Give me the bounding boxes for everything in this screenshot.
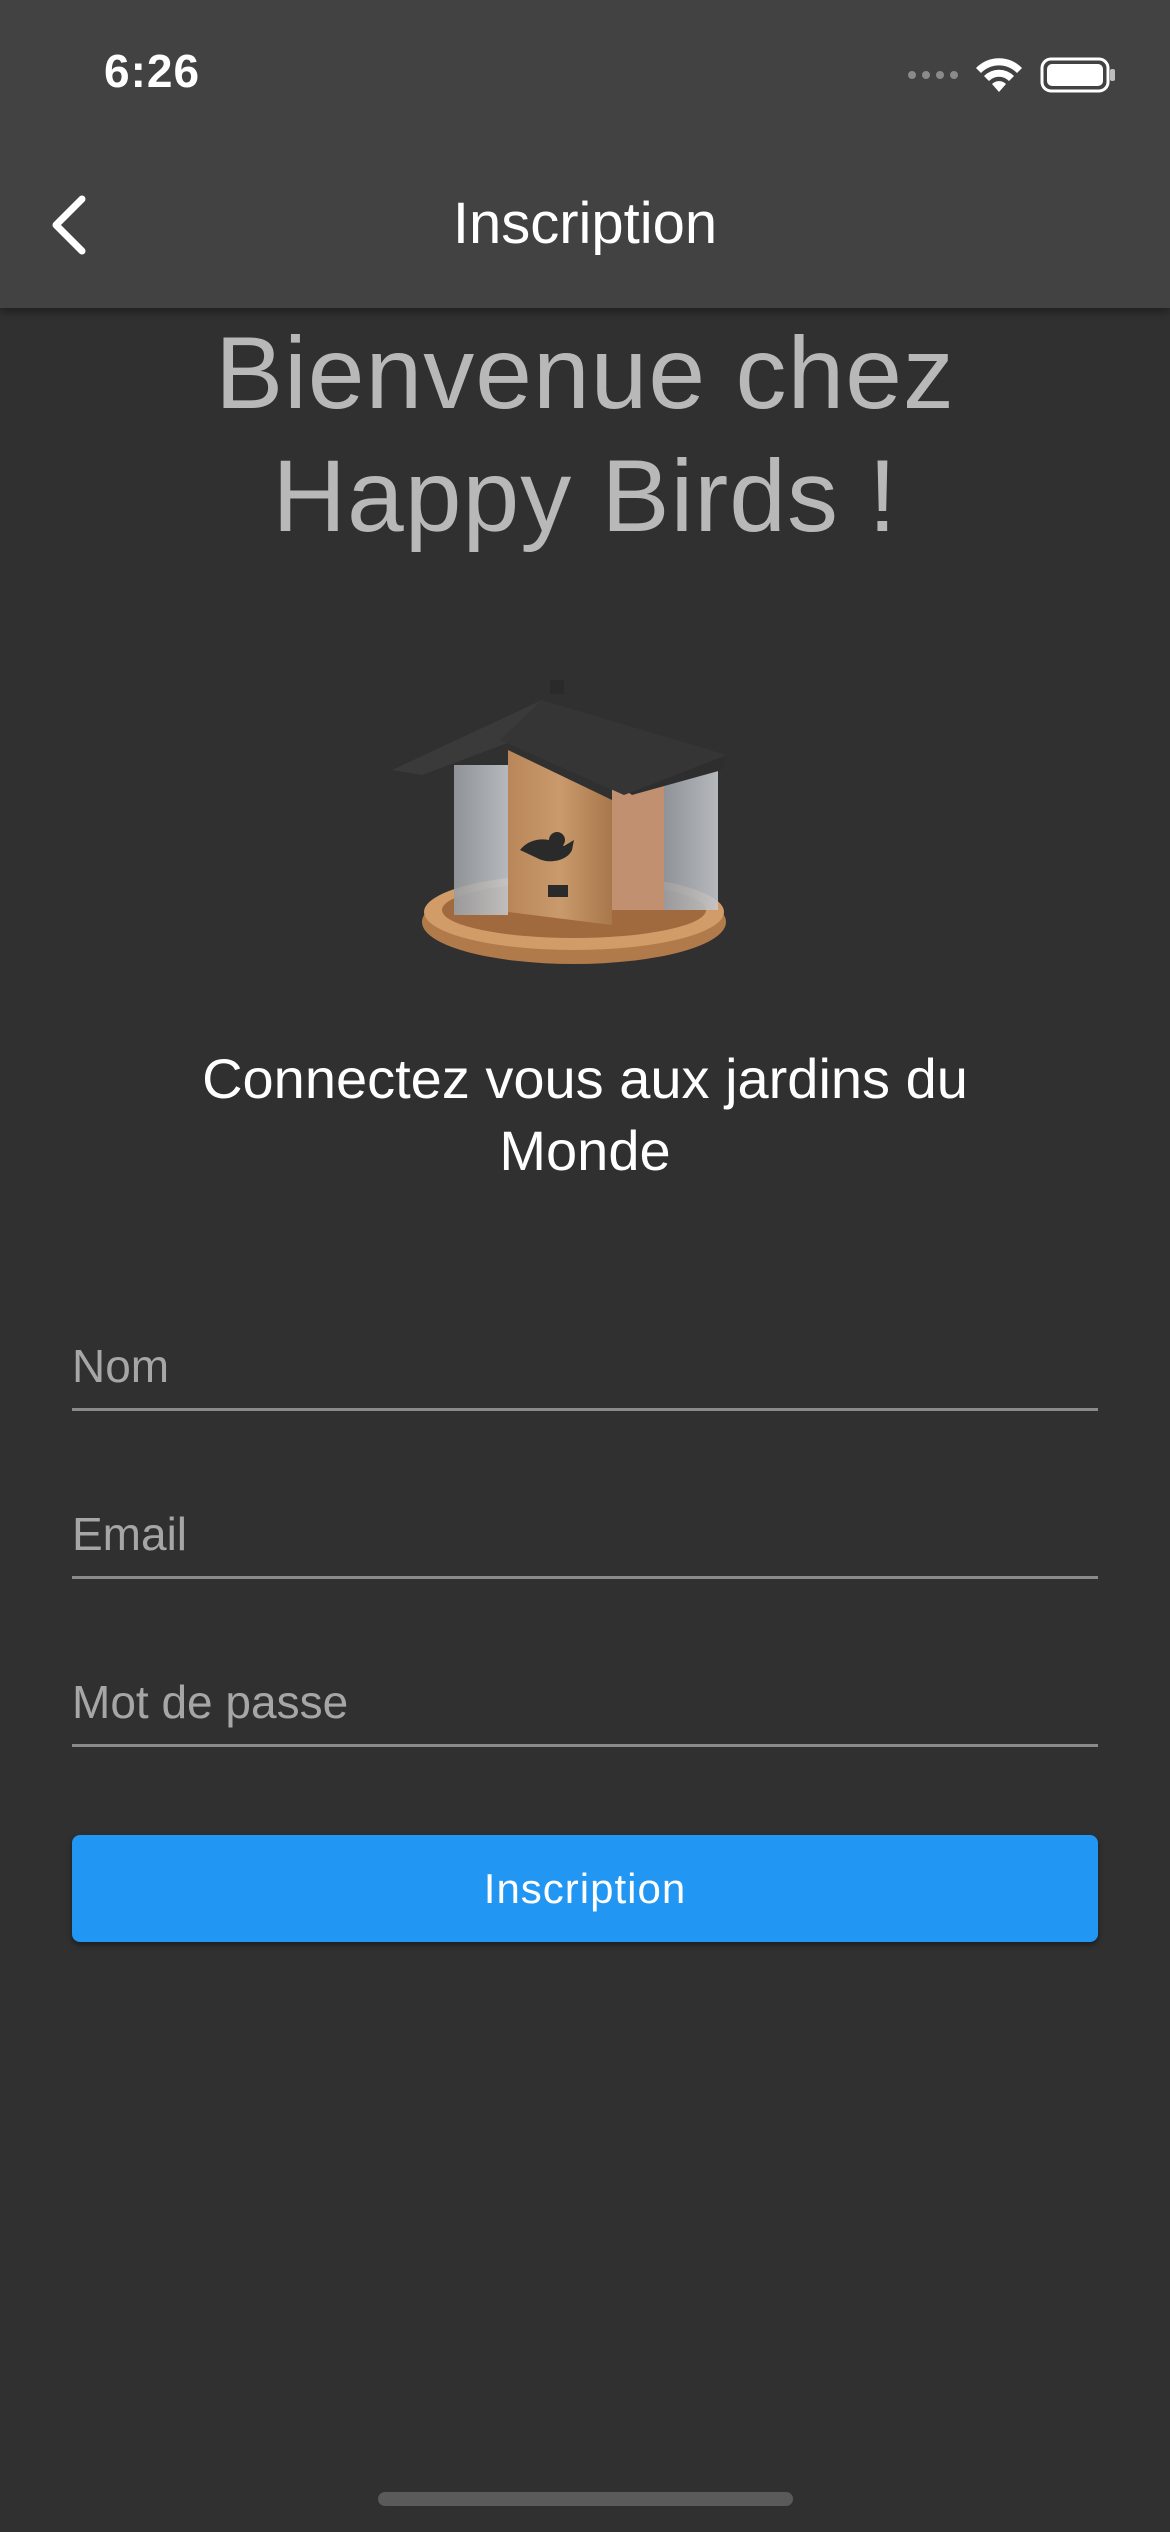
password-field <box>72 1644 1098 1747</box>
app-header: 6:26 Inscription <box>0 0 1170 308</box>
status-time: 6:26 <box>104 45 201 97</box>
email-field <box>72 1476 1098 1579</box>
home-indicator[interactable] <box>378 2492 793 2506</box>
name-input[interactable] <box>72 1308 1098 1408</box>
welcome-line-1: Bienvenue chez <box>215 316 955 430</box>
bird-feeder-image <box>392 680 727 964</box>
welcome-line-2: Happy Birds ! <box>272 439 898 553</box>
welcome-heading: Bienvenue chez Happy Birds ! <box>0 312 1170 558</box>
wifi-icon <box>976 58 1022 92</box>
name-field <box>72 1308 1098 1411</box>
signal-dots-icon <box>908 71 958 79</box>
status-icons <box>906 50 1116 100</box>
page-title: Inscription <box>452 191 718 256</box>
battery-icon <box>1040 57 1115 93</box>
email-input[interactable] <box>72 1476 1098 1576</box>
register-button[interactable]: Inscription <box>72 1835 1098 1942</box>
subtitle: Connectez vous aux jardins du Monde <box>202 1047 968 1182</box>
password-input[interactable] <box>72 1644 1098 1744</box>
main-content: Bienvenue chez Happy Birds ! Connectez v… <box>0 308 1170 1942</box>
